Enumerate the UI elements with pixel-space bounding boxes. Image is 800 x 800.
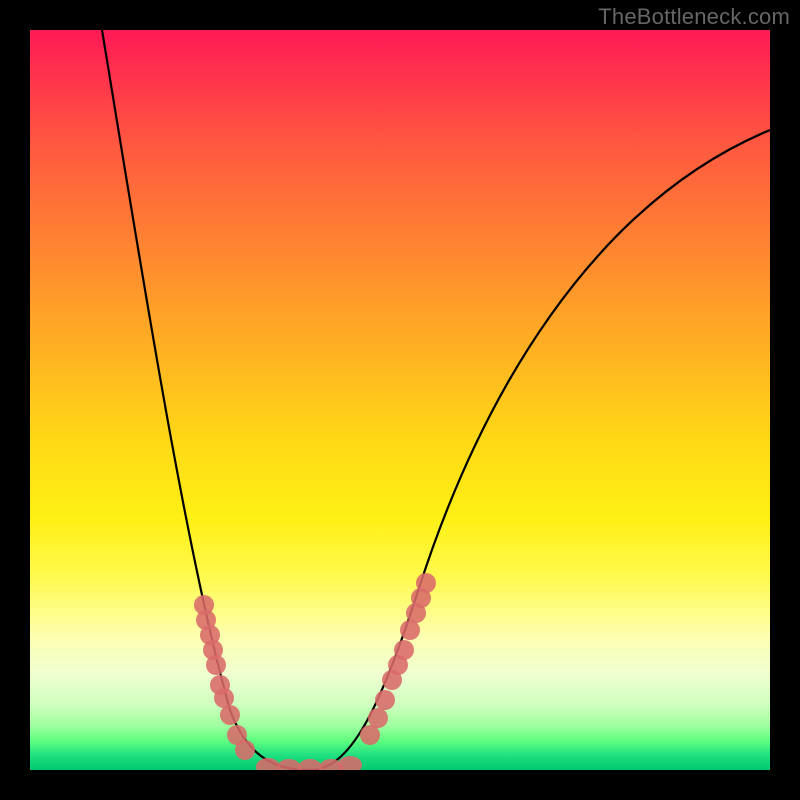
marker-bottom-0 (256, 758, 280, 770)
marker-left-9 (235, 740, 255, 760)
marker-right-1 (368, 708, 388, 728)
marker-left-6 (214, 688, 234, 708)
watermark-text: TheBottleneck.com (598, 4, 790, 30)
markers-left-group (194, 595, 255, 760)
chart-container: TheBottleneck.com (0, 0, 800, 800)
marker-bottom-1 (277, 759, 301, 770)
marker-left-7 (220, 705, 240, 725)
markers-bottom-group (256, 756, 362, 770)
marker-right-9 (416, 573, 436, 593)
marker-right-0 (360, 725, 380, 745)
marker-bottom-2 (298, 759, 322, 770)
marker-right-5 (394, 640, 414, 660)
plot-area (30, 30, 770, 770)
marker-bottom-4 (338, 756, 362, 770)
bottleneck-curve (102, 30, 770, 770)
marker-left-4 (206, 655, 226, 675)
marker-right-6 (400, 620, 420, 640)
curve-svg (30, 30, 770, 770)
marker-right-2 (375, 690, 395, 710)
markers-right-group (360, 573, 436, 745)
